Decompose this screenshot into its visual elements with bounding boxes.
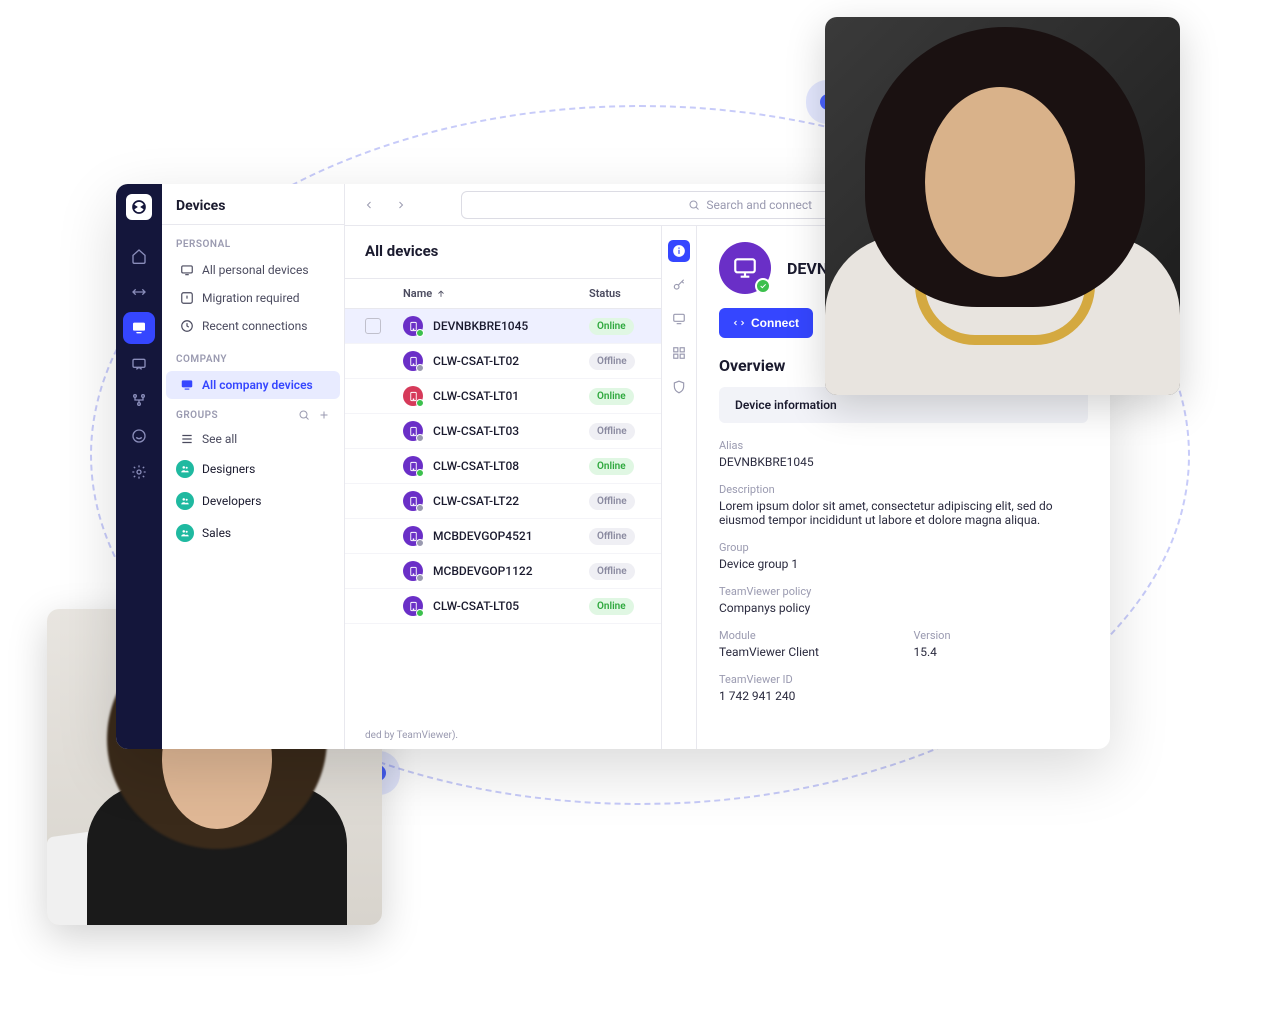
group-label: Group <box>719 541 1088 554</box>
online-badge-icon <box>755 278 771 294</box>
rail-settings-icon[interactable] <box>123 456 155 488</box>
sidebar-item-migration[interactable]: Migration required <box>166 284 340 312</box>
module-label: Module <box>719 629 894 642</box>
status-badge: Offline <box>589 423 635 440</box>
policy-label: TeamViewer policy <box>719 585 1088 598</box>
ts-monitor-icon[interactable] <box>668 308 690 330</box>
device-icon <box>403 421 423 441</box>
rail-transfer-icon[interactable] <box>123 276 155 308</box>
device-row[interactable]: DEVNBKBRE1045Online <box>345 309 661 344</box>
device-icon <box>403 316 423 336</box>
row-checkbox[interactable] <box>365 318 381 334</box>
group-value: Device group 1 <box>719 557 1088 571</box>
sidebar-see-all-groups[interactable]: See all <box>166 425 340 453</box>
section-label-personal: PERSONAL <box>162 225 344 256</box>
group-icon <box>176 460 194 478</box>
sidebar-title: Devices <box>162 184 344 225</box>
add-group-icon[interactable] <box>318 409 330 421</box>
sort-asc-icon <box>436 289 446 299</box>
device-name-cell: CLW-CSAT-LT22 <box>433 494 589 508</box>
group-icon <box>176 492 194 510</box>
device-name-cell: CLW-CSAT-LT03 <box>433 424 589 438</box>
alias-value: DEVNBKBRE1045 <box>719 455 1088 469</box>
group-item-designers[interactable]: Designers <box>162 453 344 485</box>
rail-workflow-icon[interactable] <box>123 384 155 416</box>
rail-support-icon[interactable] <box>123 420 155 452</box>
group-item-developers[interactable]: Developers <box>162 485 344 517</box>
device-icon <box>403 561 423 581</box>
device-icon <box>403 456 423 476</box>
device-name: DEVN <box>787 259 828 278</box>
search-groups-icon[interactable] <box>298 409 310 421</box>
status-badge: Online <box>589 318 634 335</box>
rail-home-icon[interactable] <box>123 240 155 272</box>
device-icon <box>403 491 423 511</box>
device-row[interactable]: CLW-CSAT-LT22Offline <box>345 484 661 519</box>
sidebar-item-personal-devices[interactable]: All personal devices <box>166 256 340 284</box>
device-row[interactable]: MCBDEVGOP4521Offline <box>345 519 661 554</box>
device-name-cell: MCBDEVGOP1122 <box>433 564 589 578</box>
tvid-label: TeamViewer ID <box>719 673 1088 686</box>
connect-button[interactable]: Connect <box>719 308 813 338</box>
device-row[interactable]: CLW-CSAT-LT01Online <box>345 379 661 414</box>
ts-info-icon[interactable] <box>668 240 690 262</box>
device-row[interactable]: MCBDEVGOP1122Offline <box>345 554 661 589</box>
device-row[interactable]: CLW-CSAT-LT08Online <box>345 449 661 484</box>
section-label-groups: GROUPS <box>176 410 218 421</box>
status-badge: Offline <box>589 493 635 510</box>
footer-note: ded by TeamViewer). <box>365 730 458 741</box>
status-badge: Offline <box>589 563 635 580</box>
search-icon <box>688 199 700 211</box>
device-avatar <box>719 242 771 294</box>
status-badge: Offline <box>589 528 635 545</box>
ts-shield-icon[interactable] <box>668 376 690 398</box>
details-toolstrip <box>661 226 697 749</box>
device-name-cell: CLW-CSAT-LT05 <box>433 599 589 613</box>
app-logo <box>126 194 152 220</box>
rail-devices-icon[interactable] <box>123 312 155 344</box>
tab-device-info[interactable]: Device information <box>725 393 847 417</box>
col-name[interactable]: Name <box>403 287 432 300</box>
section-label-company: COMPANY <box>162 340 344 371</box>
group-item-sales[interactable]: Sales <box>162 517 344 549</box>
tvid-value: 1 742 941 240 <box>719 689 1088 703</box>
desc-value: Lorem ipsum dolor sit amet, consectetur … <box>719 499 1088 527</box>
nav-rail <box>116 184 162 749</box>
version-value: 15.4 <box>914 645 1089 659</box>
page-title: All devices <box>345 226 661 278</box>
desc-label: Description <box>719 483 1088 496</box>
version-label: Version <box>914 629 1089 642</box>
status-badge: Online <box>589 458 634 475</box>
device-icon <box>403 386 423 406</box>
person-photo-top <box>825 17 1180 395</box>
device-row[interactable]: CLW-CSAT-LT02Offline <box>345 344 661 379</box>
device-icon <box>403 526 423 546</box>
sidebar-item-company-devices[interactable]: All company devices <box>166 371 340 399</box>
device-name-cell: DEVNBKBRE1045 <box>433 319 589 333</box>
ts-key-icon[interactable] <box>668 274 690 296</box>
sidebar: Devices PERSONAL All personal devices Mi… <box>162 184 345 749</box>
device-icon <box>403 351 423 371</box>
device-row[interactable]: CLW-CSAT-LT03Offline <box>345 414 661 449</box>
status-badge: Offline <box>589 353 635 370</box>
device-name-cell: CLW-CSAT-LT01 <box>433 389 589 403</box>
alias-label: Alias <box>719 439 1088 452</box>
ts-grid-icon[interactable] <box>668 342 690 364</box>
device-icon <box>403 596 423 616</box>
table-header: Name Status <box>345 278 661 309</box>
device-row[interactable]: CLW-CSAT-LT05Online <box>345 589 661 624</box>
status-badge: Online <box>589 598 634 615</box>
col-status[interactable]: Status <box>589 287 621 300</box>
nav-forward-button[interactable] <box>389 193 413 217</box>
rail-chat-icon[interactable] <box>123 348 155 380</box>
module-value: TeamViewer Client <box>719 645 894 659</box>
policy-value: Companys policy <box>719 601 1088 615</box>
device-name-cell: CLW-CSAT-LT02 <box>433 354 589 368</box>
device-name-cell: MCBDEVGOP4521 <box>433 529 589 543</box>
status-badge: Online <box>589 388 634 405</box>
nav-back-button[interactable] <box>357 193 381 217</box>
sidebar-item-recent[interactable]: Recent connections <box>166 312 340 340</box>
group-icon <box>176 524 194 542</box>
device-name-cell: CLW-CSAT-LT08 <box>433 459 589 473</box>
